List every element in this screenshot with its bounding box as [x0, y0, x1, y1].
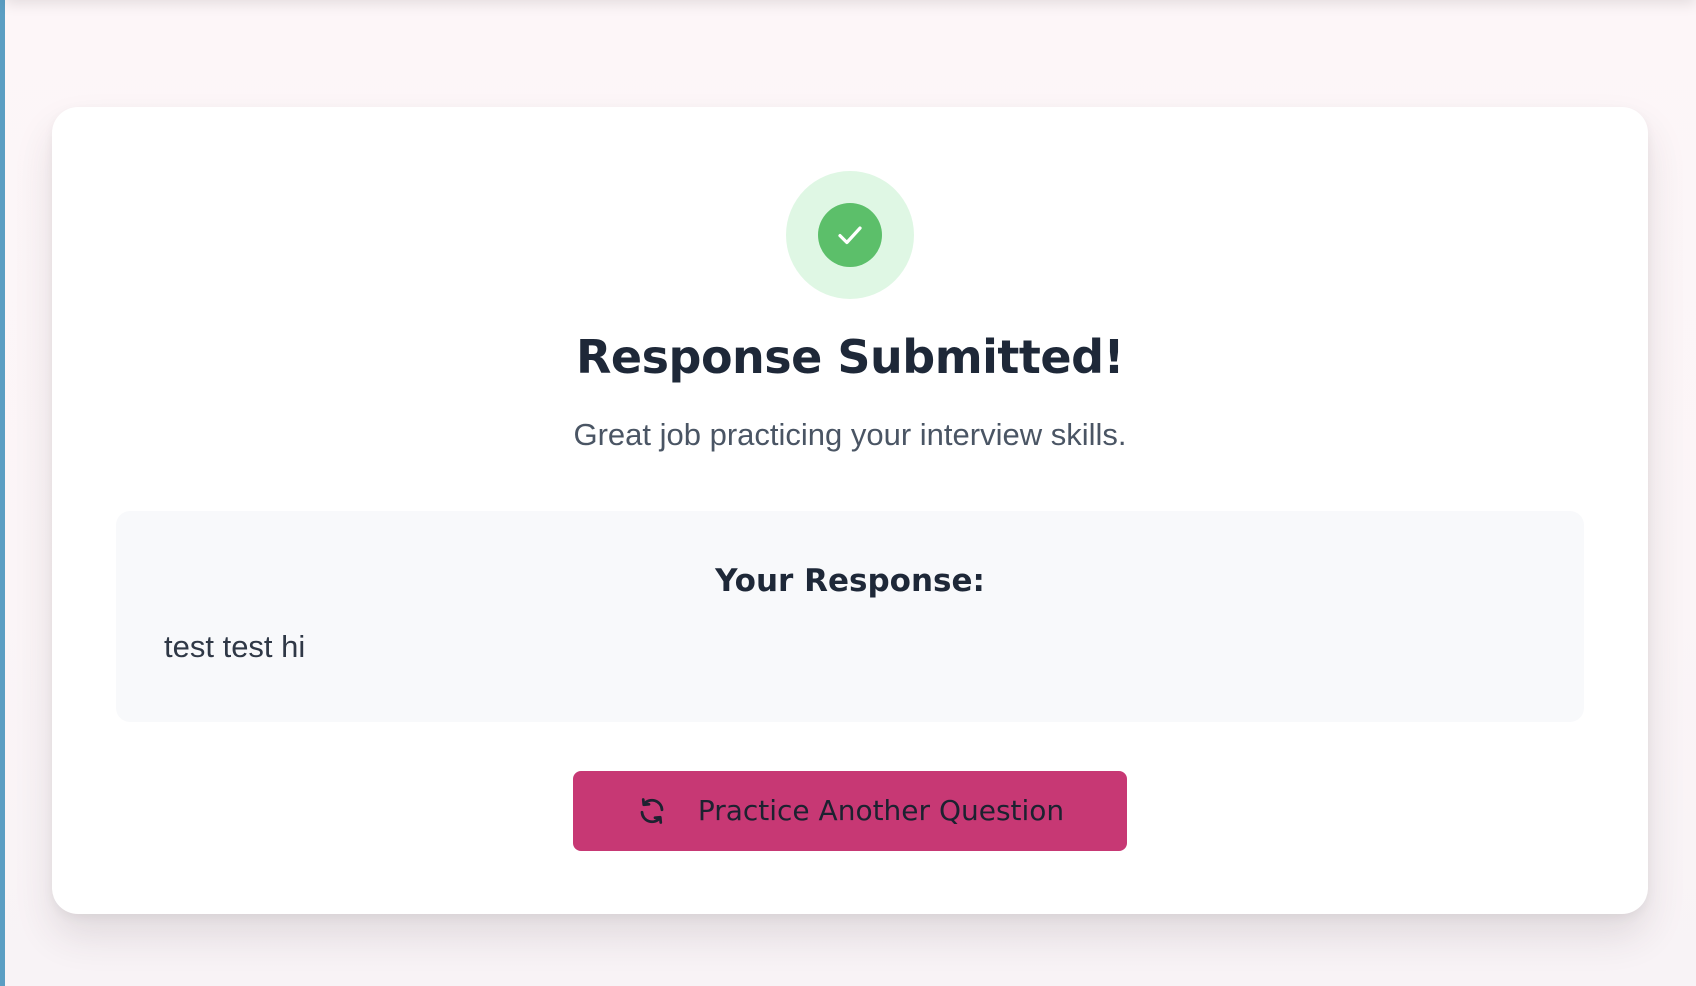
response-panel: Your Response: test test hi: [116, 511, 1584, 722]
submission-card: Response Submitted! Great job practicing…: [52, 107, 1648, 914]
page-title: Response Submitted!: [576, 330, 1124, 384]
success-message: Great job practicing your interview skil…: [573, 417, 1127, 452]
success-badge: [786, 171, 914, 299]
practice-another-question-button[interactable]: Practice Another Question: [573, 771, 1127, 851]
check-icon: [838, 226, 862, 245]
response-label: Your Response:: [715, 563, 985, 599]
response-text: test test hi: [164, 629, 306, 664]
success-circle: [818, 203, 882, 267]
practice-another-question-label: Practice Another Question: [697, 794, 1065, 827]
window-left-edge: [0, 0, 5, 986]
refresh-icon: [636, 795, 668, 827]
